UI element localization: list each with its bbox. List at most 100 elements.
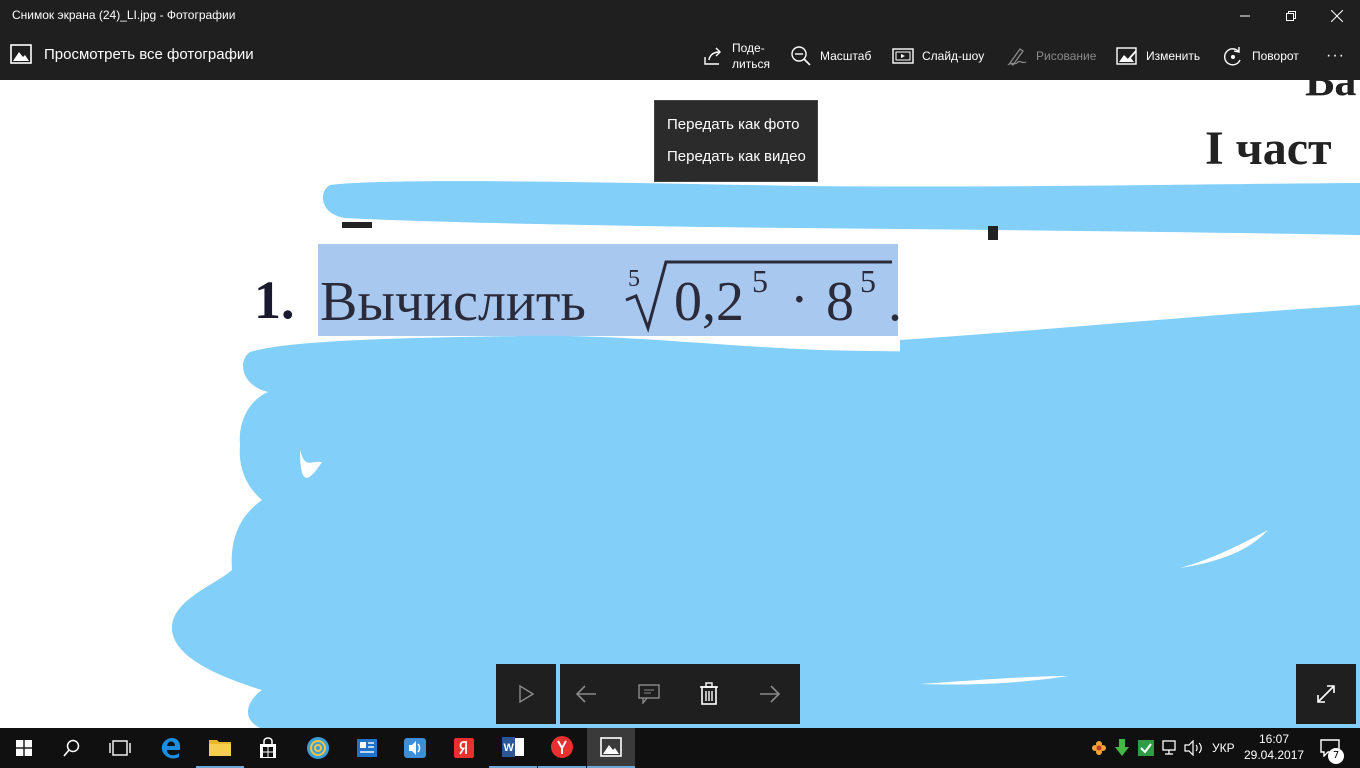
play-icon <box>519 685 534 703</box>
taskbar-file-explorer[interactable] <box>196 728 244 768</box>
restore-button[interactable] <box>1268 0 1314 32</box>
slideshow-button[interactable]: Слайд-шоу <box>892 32 984 80</box>
windows-icon <box>16 740 32 756</box>
flower-icon <box>1092 741 1106 755</box>
app-toolbar: Просмотреть все фотографии Поде- литься … <box>0 32 1360 80</box>
taskbar-mail-app[interactable] <box>294 728 342 768</box>
svg-text:W: W <box>504 742 515 754</box>
window-title: Снимок экрана (24)_LI.jpg - Фотографии <box>12 8 236 22</box>
comment-icon <box>638 684 660 705</box>
root-index: 5 <box>628 266 640 292</box>
taskbar-photos[interactable] <box>587 728 635 768</box>
text-remnant <box>342 222 372 228</box>
yandex-browser-icon <box>551 736 573 758</box>
taskbar-store[interactable] <box>244 728 292 768</box>
radicand-base: 0,2 <box>674 271 744 333</box>
start-button[interactable] <box>0 728 48 768</box>
folder-icon <box>209 740 231 756</box>
tray-volume[interactable] <box>1182 740 1206 756</box>
draw-label: Рисование <box>1036 49 1097 63</box>
minimize-icon <box>1240 15 1250 17</box>
rotate-label: Поворот <box>1252 49 1299 63</box>
taskbar-edge[interactable] <box>147 728 195 768</box>
view-all-photos-button[interactable]: Просмотреть все фотографии <box>10 44 254 64</box>
rotate-button[interactable]: Поворот <box>1222 32 1299 80</box>
slideshow-icon <box>892 48 914 64</box>
share-button[interactable]: Поде- литься <box>702 32 770 80</box>
slideshow-label: Слайд-шоу <box>922 49 985 63</box>
base-2: 8 <box>826 271 854 333</box>
view-all-photos-label: Просмотреть все фотографии <box>44 45 254 63</box>
navigation-controls <box>560 664 800 724</box>
restore-icon <box>1286 11 1296 21</box>
close-button[interactable] <box>1314 0 1360 32</box>
info-button[interactable] <box>638 682 660 708</box>
delete-button[interactable] <box>698 682 720 710</box>
minimize-button[interactable] <box>1222 0 1268 32</box>
play-slideshow-control[interactable] <box>496 664 556 724</box>
taskbar-news-app[interactable] <box>343 728 391 768</box>
zoom-label: Масштаб <box>820 49 872 63</box>
news-icon <box>357 739 377 757</box>
heading-fragment-1: Ва <box>1305 80 1356 105</box>
fullscreen-button[interactable] <box>1296 664 1356 724</box>
expand-icon <box>1317 685 1335 703</box>
checkmark-shield-icon <box>1138 740 1154 756</box>
task-view-icon <box>109 740 131 756</box>
taskbar-yandex-app[interactable] <box>440 728 488 768</box>
tray-security-app[interactable] <box>1134 740 1158 756</box>
edit-image-icon <box>1116 47 1137 65</box>
photos-app-icon <box>10 44 32 64</box>
trash-icon <box>700 682 718 705</box>
share-icon <box>704 47 721 65</box>
more-icon: ··· <box>1326 47 1345 64</box>
arrow-left-icon <box>575 685 596 703</box>
word-icon: W <box>502 737 524 757</box>
title-bar: Снимок экрана (24)_LI.jpg - Фотографии <box>0 0 1360 32</box>
edit-button[interactable]: Изменить <box>1116 32 1200 80</box>
exponent-1: 5 <box>752 263 768 299</box>
draw-button[interactable]: Рисование <box>1006 32 1096 80</box>
exponent-2: 5 <box>860 263 876 299</box>
scribble-stroke-top <box>322 181 1360 235</box>
search-button[interactable] <box>48 728 96 768</box>
share-as-photo-item[interactable]: Передать как фото <box>667 116 799 133</box>
edge-icon <box>161 738 181 759</box>
zoom-out-icon <box>791 46 811 66</box>
taskbar-audio-app[interactable] <box>391 728 439 768</box>
more-options-button[interactable]: ··· <box>1326 32 1345 80</box>
text-remnant <box>988 226 998 240</box>
taskbar-yandex-browser[interactable] <box>538 728 586 768</box>
clock[interactable]: 16:07 29.04.2017 <box>1244 731 1304 763</box>
search-icon <box>63 739 80 757</box>
input-language[interactable]: УКР <box>1212 741 1235 755</box>
zoom-button[interactable]: Масштаб <box>790 32 871 80</box>
share-label-line1: Поде- <box>732 41 765 55</box>
close-icon <box>1331 10 1343 22</box>
photos-icon <box>600 737 622 757</box>
multiply-dot: · <box>790 269 809 331</box>
network-icon <box>1162 740 1176 755</box>
clock-time: 16:07 <box>1258 732 1290 746</box>
arrow-right-icon <box>760 685 781 703</box>
previous-button[interactable] <box>574 682 598 710</box>
mail-at-icon <box>307 737 329 759</box>
tray-download-app[interactable] <box>1110 739 1134 757</box>
tray-network[interactable] <box>1158 740 1182 756</box>
tray-flower-app[interactable] <box>1088 740 1110 756</box>
notification-count-badge: 7 <box>1328 748 1344 764</box>
task-view-button[interactable] <box>96 728 144 768</box>
taskbar: W УКР 16:07 29.04.2017 7 <box>0 728 1360 768</box>
rotate-icon <box>1224 47 1241 66</box>
problem-text: Вычислить <box>320 271 586 333</box>
share-as-video-item[interactable]: Передать как видео <box>667 148 806 165</box>
speaker-icon <box>404 738 426 758</box>
yandex-icon <box>454 738 474 758</box>
pen-icon <box>1007 48 1027 66</box>
edit-label: Изменить <box>1146 49 1201 63</box>
taskbar-word[interactable]: W <box>489 728 537 768</box>
problem-number: 1. <box>254 270 295 330</box>
next-button[interactable] <box>758 682 782 710</box>
store-icon <box>260 737 276 758</box>
volume-icon <box>1184 740 1202 756</box>
